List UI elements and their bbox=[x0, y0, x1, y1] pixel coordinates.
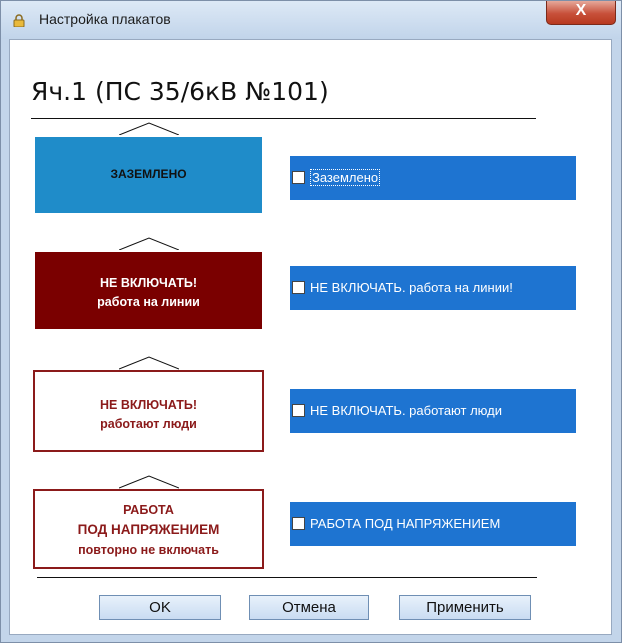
title-divider bbox=[31, 118, 536, 119]
close-icon: X bbox=[575, 2, 587, 19]
arrow-up-icon bbox=[119, 237, 179, 251]
cell-title: Яч.1 (ПС 35/6кВ №101) bbox=[31, 77, 329, 106]
ok-button[interactable]: OK bbox=[99, 595, 221, 620]
poster-line: НЕ ВКЛЮЧАТЬ! bbox=[100, 398, 197, 412]
option-label[interactable]: Заземлено bbox=[310, 169, 381, 186]
option-do-not-switch-people[interactable]: НЕ ВКЛЮЧАТЬ. работают люди bbox=[290, 389, 576, 433]
poster-line: РАБОТА bbox=[123, 503, 174, 517]
option-live-work[interactable]: РАБОТА ПОД НАПРЯЖЕНИЕМ bbox=[290, 502, 576, 546]
people-checkbox[interactable] bbox=[292, 404, 305, 417]
poster-do-not-switch-line: НЕ ВКЛЮЧАТЬ! работа на линии bbox=[33, 250, 264, 331]
poster-line: работа на линии bbox=[97, 295, 200, 309]
poster-line: ПОД НАПРЯЖЕНИЕМ bbox=[77, 522, 220, 537]
poster-live-work: РАБОТА ПОД НАПРЯЖЕНИЕМ повторно не включ… bbox=[33, 489, 264, 569]
padlock-icon bbox=[13, 14, 25, 27]
option-label[interactable]: НЕ ВКЛЮЧАТЬ. работа на линии! bbox=[310, 280, 513, 295]
window-title: Настройка плакатов bbox=[39, 11, 171, 27]
line-checkbox[interactable] bbox=[292, 281, 305, 294]
arrow-up-icon bbox=[119, 122, 179, 136]
poster-line: ЗАЗЕМЛЕНО bbox=[110, 167, 187, 181]
poster-line: работают люди bbox=[100, 417, 197, 431]
live-work-checkbox[interactable] bbox=[292, 517, 305, 530]
cancel-button[interactable]: Отмена bbox=[249, 595, 369, 620]
poster-grounded: ЗАЗЕМЛЕНО bbox=[33, 135, 264, 215]
dialog-window: Настройка плакатов X Яч.1 (ПС 35/6кВ №10… bbox=[0, 0, 622, 643]
close-button[interactable]: X bbox=[546, 1, 616, 25]
poster-do-not-switch-people: НЕ ВКЛЮЧАТЬ! работают люди bbox=[33, 370, 264, 452]
buttons-divider bbox=[37, 577, 537, 578]
option-do-not-switch-line[interactable]: НЕ ВКЛЮЧАТЬ. работа на линии! bbox=[290, 266, 576, 310]
apply-button[interactable]: Применить bbox=[399, 595, 531, 620]
poster-line: НЕ ВКЛЮЧАТЬ! bbox=[100, 276, 197, 290]
arrow-up-icon bbox=[119, 356, 179, 370]
title-bar[interactable]: Настройка плакатов X bbox=[1, 1, 621, 39]
grounded-checkbox[interactable] bbox=[292, 171, 305, 184]
option-grounded[interactable]: Заземлено bbox=[290, 156, 576, 200]
arrow-up-icon bbox=[119, 475, 179, 489]
option-label[interactable]: РАБОТА ПОД НАПРЯЖЕНИЕМ bbox=[310, 516, 500, 531]
option-label[interactable]: НЕ ВКЛЮЧАТЬ. работают люди bbox=[310, 403, 502, 418]
poster-line: повторно не включать bbox=[78, 543, 219, 557]
